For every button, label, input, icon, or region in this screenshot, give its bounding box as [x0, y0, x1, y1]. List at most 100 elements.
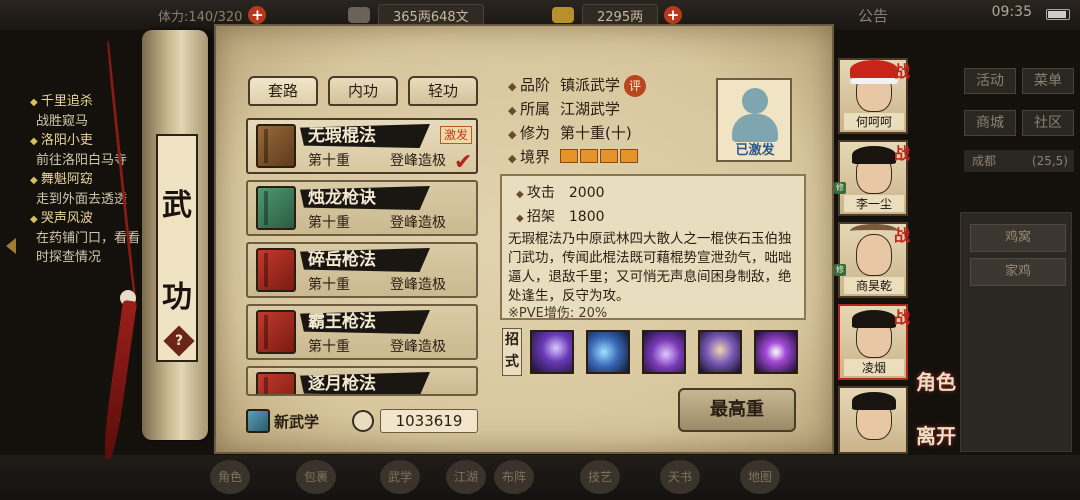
cultivation-label: 修为 [508, 124, 550, 142]
roster-character[interactable]: 李一尘 战 修 [834, 140, 910, 216]
monk-body [732, 114, 778, 142]
list-item[interactable]: 鸡窝 [970, 224, 1066, 252]
cultivate-icon: 修 [834, 264, 846, 276]
activated-badge: 激发 [440, 126, 473, 144]
help-button[interactable]: ? [163, 325, 195, 357]
checkmark-icon: ✔ [454, 150, 473, 175]
quest-panel: 千里追杀 战胜窥马 洛阳小吏 前往洛阳白马寺 舞魁阿窈 走到外面去透透 哭声风波… [30, 92, 160, 267]
skill-item[interactable]: 霸王枪法 第十重 登峰造极 [246, 304, 478, 360]
character-name: 李一尘 [844, 195, 904, 212]
grade-label: 品阶 [508, 76, 550, 94]
menu-bag-button[interactable]: 包裹 [296, 460, 336, 494]
add-stamina-button[interactable]: + [248, 6, 267, 24]
menu-craft-button[interactable]: 技艺 [580, 460, 620, 494]
skill-name: 无瑕棍法 [300, 124, 430, 148]
quest-title[interactable]: 哭声风波 [30, 209, 160, 229]
silver-display: 365两648文 [348, 3, 484, 27]
grade-value: 镇派武学 [559, 76, 620, 94]
character-hair [852, 392, 896, 410]
skill-item[interactable]: 逐月枪法 [246, 366, 478, 396]
parry-label: 招架 [516, 209, 555, 225]
move-icon[interactable] [586, 330, 630, 374]
quest-title[interactable]: 千里追杀 [30, 92, 160, 112]
announcement-label: 公告 [858, 6, 889, 25]
roster-character[interactable]: 商昊乾 战 修 [834, 222, 910, 298]
new-skill-label: 新武学 [274, 412, 320, 431]
stamina-text: 体力:140/320 [158, 9, 243, 25]
skill-item[interactable]: 无瑕棍法 激发 第十重 登峰造极 ✔ [246, 118, 478, 175]
battle-icon: 战 [893, 308, 910, 327]
menu-map-button[interactable]: 地图 [740, 460, 780, 494]
shop-button[interactable]: 商城 [964, 110, 1016, 136]
cultivate-icon: 修 [834, 182, 846, 194]
move-icon[interactable] [530, 330, 574, 374]
skill-level: 第十重 [308, 215, 350, 231]
santa-hat-icon [850, 60, 898, 84]
cultivation-row: 修为第十重(十) [508, 122, 632, 143]
eval-button[interactable]: 评 [624, 74, 646, 97]
silver-icon [348, 7, 370, 23]
move-icon[interactable] [754, 330, 798, 374]
skill-book-icon [256, 248, 296, 292]
list-item[interactable]: 家鸡 [970, 258, 1066, 286]
character-hair [852, 146, 896, 164]
skill-points: 1033619 [352, 408, 478, 434]
collapse-arrow-icon[interactable] [6, 238, 16, 254]
moves-label: 招式 [502, 328, 522, 376]
move-icon[interactable] [698, 330, 742, 374]
activity-button[interactable]: 活动 [964, 68, 1016, 94]
move-icon[interactable] [642, 330, 686, 374]
belong-label: 所属 [508, 100, 550, 118]
quest-title[interactable]: 洛阳小吏 [30, 131, 160, 151]
announcement-button[interactable]: 公告 [858, 4, 888, 26]
tab-lightness[interactable]: 轻功 [408, 76, 478, 106]
menu-role-button[interactable]: 角色 [210, 460, 250, 494]
realm-label: 境界 [508, 148, 550, 166]
cultivation-value: 第十重(十) [559, 124, 632, 142]
tab-inner-skill[interactable]: 内功 [328, 76, 398, 106]
points-value: 1033619 [380, 409, 478, 433]
skill-item[interactable]: 碎岳枪法 第十重 登峰造极 [246, 242, 478, 298]
attack-label: 攻击 [516, 185, 555, 201]
add-gold-button[interactable]: + [664, 6, 683, 24]
menu-formation-button[interactable]: 布阵 [494, 460, 534, 494]
menu-button[interactable]: 菜单 [1022, 68, 1074, 94]
points-book-icon [352, 410, 374, 432]
menu-jianghu-button[interactable]: 江湖 [446, 460, 486, 494]
stat-box: 攻击 2000 招架 1800 无瑕棍法乃中原武林四大散人之一棍侠石玉伯独门武功，传… [500, 174, 806, 321]
tab-routine[interactable]: 套路 [248, 76, 318, 106]
monk-head [742, 88, 768, 114]
clock: 09:35 [991, 4, 1032, 20]
belong-row: 所属江湖武学 [508, 98, 620, 119]
roster-character[interactable] [838, 386, 908, 454]
skill-description: 无瑕棍法乃中原武林四大散人之一棍侠石玉伯独门武功，传闻此棍法既可藉棍势宣泄劲气，… [508, 231, 792, 304]
menu-skill-button[interactable]: 武学 [380, 460, 420, 494]
skill-level: 第十重 [308, 339, 350, 355]
skill-book-icon [256, 186, 296, 230]
leave-button[interactable]: 离开 [916, 420, 956, 449]
location-coords: (25,5) [1031, 154, 1068, 168]
skill-name: 霸王枪法 [300, 310, 430, 334]
bottom-menu [0, 455, 1080, 500]
skill-item[interactable]: 烛龙枪诀 第十重 登峰造极 [246, 180, 478, 236]
location-name: 成都 [972, 154, 997, 168]
quest-desc: 在药铺门口，看看 [36, 231, 141, 246]
role-tab[interactable]: 角色 [916, 366, 956, 395]
max-level-button[interactable]: 最高重 [678, 388, 796, 432]
roster-character[interactable]: 何呵呵 战 [838, 58, 910, 134]
character-name: 商昊乾 [844, 277, 904, 294]
skill-rank: 登峰造极 [390, 215, 446, 231]
character-name: 凌烟 [844, 359, 904, 376]
character-name: 何呵呵 [844, 113, 904, 130]
title-char: 功 [162, 280, 192, 315]
menu-book-button[interactable]: 天书 [660, 460, 700, 494]
new-skill-button[interactable]: 新武学 [246, 406, 344, 436]
gold-display: 2295两 + [552, 3, 683, 27]
parry-value: 1800 [568, 209, 605, 225]
skill-name: 碎岳枪法 [300, 248, 430, 272]
quest-title[interactable]: 舞魁阿窈 [30, 170, 160, 190]
roster-character[interactable]: 凌烟 战 [838, 304, 910, 380]
location-bar: 成都 (25,5) [964, 150, 1074, 172]
character-hair [852, 310, 896, 328]
community-button[interactable]: 社区 [1022, 110, 1074, 136]
